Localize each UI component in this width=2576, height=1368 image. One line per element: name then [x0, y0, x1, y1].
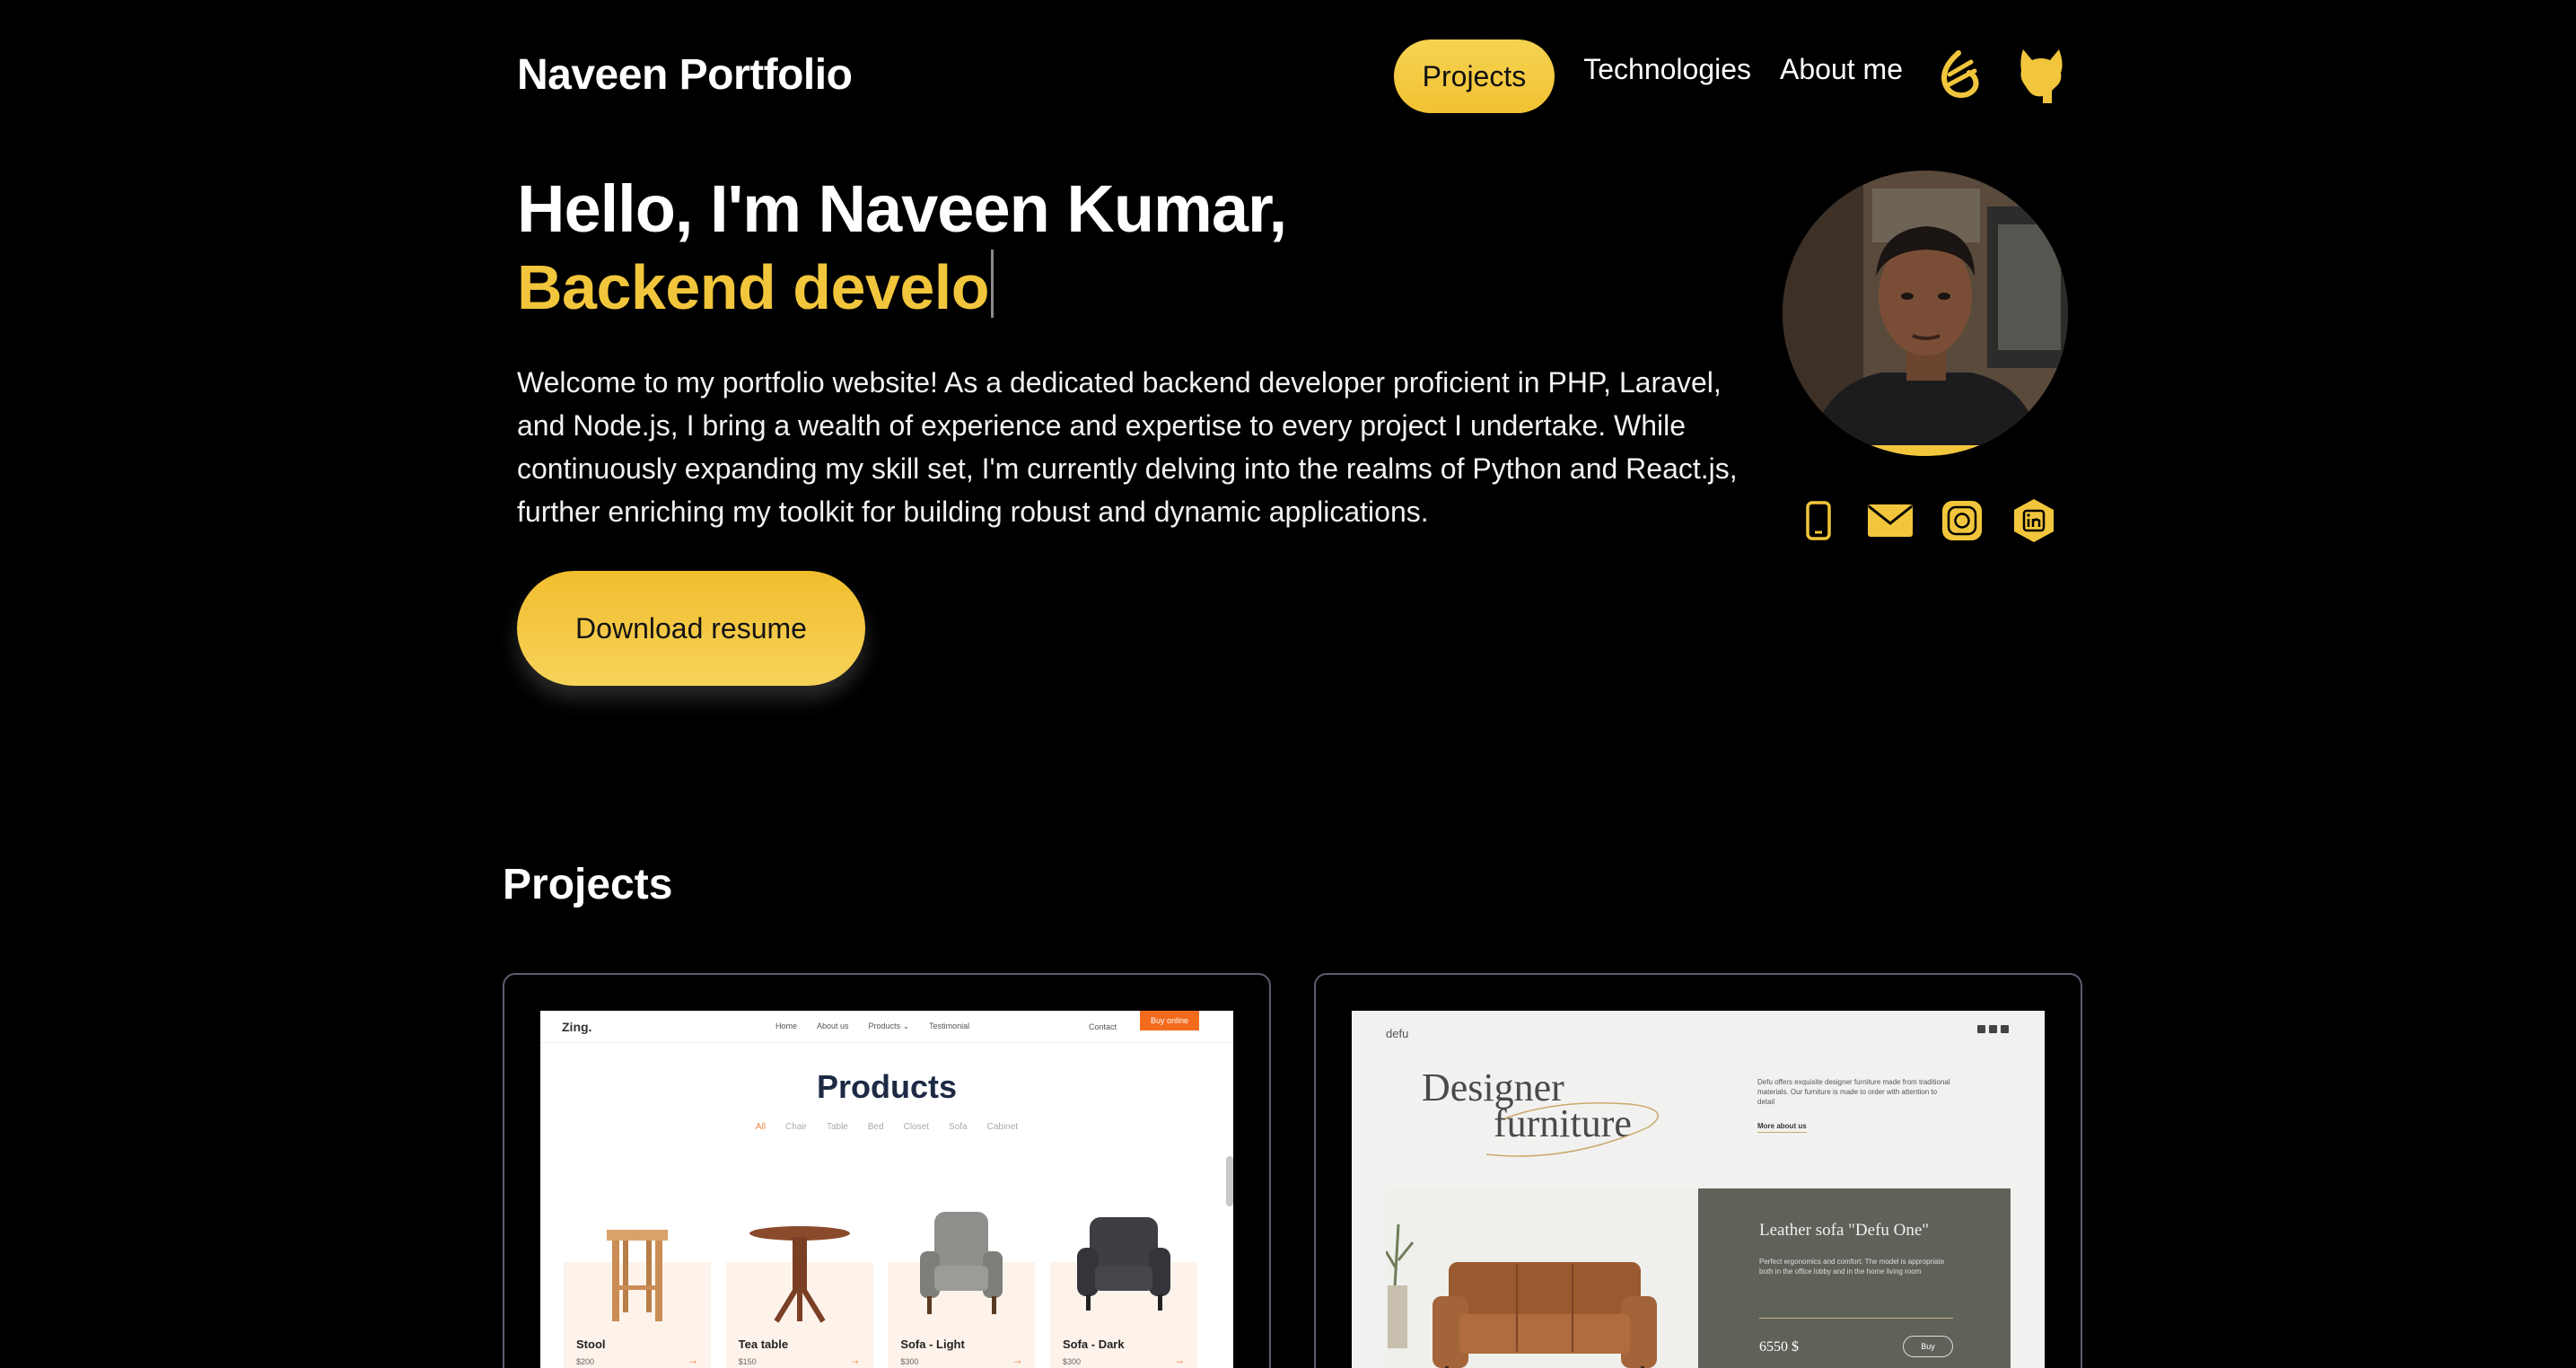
zing-product-card: Sofa - Light $300 →: [888, 1208, 1036, 1368]
arrow-right-icon: →: [849, 1354, 861, 1366]
github-icon[interactable]: [2014, 46, 2068, 107]
arrow-right-icon: →: [1173, 1354, 1185, 1366]
zing-product-price: $150: [738, 1357, 757, 1366]
zing-product-card: Stool $200 →: [564, 1208, 711, 1368]
zing-product-price: $300: [1062, 1357, 1081, 1366]
defu-product-panel: Leather sofa "Defu One" Perfect ergonomi…: [1698, 1188, 2011, 1368]
defu-buy-button: Buy: [1903, 1336, 1953, 1357]
zing-product-grid: Stool $200 → Tea table $150 → Sofa - Lig…: [564, 1208, 1197, 1368]
project-preview-zing[interactable]: Zing. Home About us Products ⌄ Testimoni…: [540, 1011, 1233, 1368]
defu-product-name: Leather sofa "Defu One": [1759, 1221, 1930, 1240]
mail-icon[interactable]: [1863, 495, 1917, 546]
hero-role-text: Backend develo: [517, 252, 990, 322]
zing-nav-testimonial: Testimonial: [929, 1022, 970, 1030]
project-preview-defu[interactable]: defu Designer furniture Defu offers exqu…: [1352, 1011, 2045, 1368]
nav-projects[interactable]: Projects: [1393, 39, 1555, 113]
zing-filter: Table: [826, 1122, 848, 1132]
hero-role: Backend develo: [517, 250, 994, 323]
zing-product-price: $300: [900, 1357, 919, 1366]
download-resume-button[interactable]: Download resume: [517, 571, 865, 686]
zing-product-card: Tea table $150 →: [725, 1208, 873, 1368]
linkedin-icon[interactable]: [2007, 495, 2061, 546]
arrow-right-icon: →: [1012, 1354, 1023, 1366]
nav-technologies[interactable]: Technologies: [1583, 53, 1751, 86]
zing-scrollbar: [1226, 1156, 1233, 1206]
zing-filter: Bed: [867, 1122, 884, 1132]
zing-products-heading: Products: [816, 1068, 958, 1105]
zing-filter: All: [755, 1122, 767, 1132]
zing-filter: Closet: [903, 1122, 930, 1132]
projects-heading: Projects: [503, 861, 673, 908]
avatar: [1783, 171, 2068, 456]
zing-nav-products: Products ⌄: [868, 1022, 910, 1030]
defu-product-desc: Perfect ergonomics and comfort. The mode…: [1759, 1258, 1945, 1276]
zing-logo: Zing.: [562, 1019, 592, 1034]
hero-intro: Welcome to my portfolio website! As a de…: [517, 366, 1738, 528]
hero-greeting: Hello, I'm Naveen Kumar,: [517, 171, 1287, 246]
zing-navbar: Zing. Home About us Products ⌄ Testimoni…: [540, 1011, 1233, 1043]
zing-nav-about: About us: [817, 1022, 849, 1030]
arrow-right-icon: →: [688, 1354, 698, 1366]
defu-product-price: 6550 $: [1759, 1339, 1799, 1355]
zing-product-name: Sofa - Dark: [1062, 1337, 1125, 1351]
nav-about[interactable]: About me: [1780, 53, 1903, 86]
light-sofa-image: [920, 1212, 1003, 1314]
zing-nav-links: Home About us Products ⌄ Testimonial: [775, 1022, 969, 1031]
brand-title[interactable]: Naveen Portfolio: [517, 50, 853, 100]
divider: [1759, 1318, 1953, 1319]
zing-filter: Cabinet: [986, 1122, 1019, 1132]
defu-social-icons: [1977, 1025, 2009, 1033]
instagram-icon[interactable]: [1935, 495, 1989, 546]
typing-caret: [991, 250, 994, 318]
tea-table-image: [749, 1226, 850, 1323]
zing-product-card: Sofa - Dark $300 →: [1049, 1208, 1197, 1368]
project-card-zing[interactable]: Zing. Home About us Products ⌄ Testimoni…: [503, 973, 1271, 1368]
phone-icon[interactable]: [1792, 495, 1845, 546]
codeigniter-icon[interactable]: [1932, 46, 1985, 107]
defu-logo: defu: [1386, 1027, 1409, 1040]
zing-filter: Chair: [785, 1122, 807, 1132]
zing-buy-button: Buy online: [1139, 1011, 1199, 1030]
zing-nav-home: Home: [775, 1022, 798, 1030]
stool-image: [607, 1230, 668, 1321]
contact-links: [1792, 495, 2061, 546]
project-card-defu[interactable]: defu Designer furniture Defu offers exqu…: [1314, 973, 2082, 1368]
zing-product-name: Tea table: [738, 1337, 789, 1351]
main-nav: Projects Technologies About me: [1393, 39, 2068, 113]
defu-more-link: More about us: [1757, 1122, 1807, 1133]
zing-product-price: $200: [576, 1357, 595, 1366]
zing-product-name: Sofa - Light: [900, 1337, 965, 1351]
zing-contact: Contact: [1088, 1022, 1117, 1031]
zing-filter: Sofa: [949, 1122, 968, 1132]
dark-sofa-image: [1076, 1217, 1170, 1311]
defu-title-swoosh: [1485, 1102, 1659, 1157]
defu-description: Defu offers exquisite designer furniture…: [1757, 1078, 1950, 1106]
zing-filters: All Chair Table Bed Closet Sofa Cabinet: [540, 1122, 1233, 1132]
zing-product-name: Stool: [576, 1337, 606, 1351]
defu-sofa-photo: [1384, 1188, 1698, 1368]
